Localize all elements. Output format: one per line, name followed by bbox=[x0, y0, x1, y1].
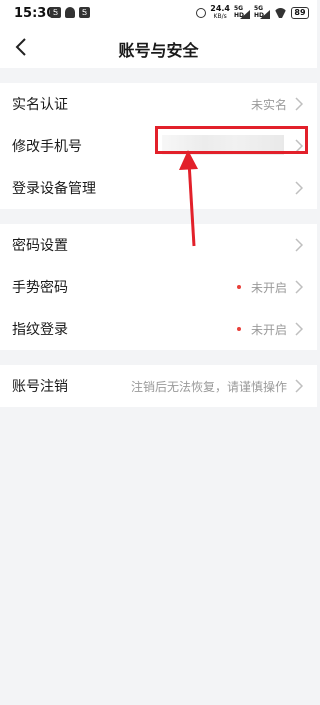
status-dot bbox=[236, 285, 241, 289]
row-label: 手势密码 bbox=[12, 280, 68, 296]
redacted-phone-number bbox=[162, 135, 284, 155]
chevron-right-icon bbox=[295, 379, 305, 393]
status-dot bbox=[236, 327, 241, 331]
page-title: 账号与安全 bbox=[118, 41, 199, 60]
row-real-name-auth[interactable]: 实名认证 未实名 bbox=[0, 83, 317, 125]
notification-bell-icon bbox=[65, 7, 75, 18]
chevron-right-icon bbox=[295, 139, 305, 153]
row-value: 注销后无法恢复，请谨慎操作 bbox=[130, 379, 287, 394]
chevron-right-icon bbox=[295, 322, 305, 336]
status-bar: 15:30 Ꭶ Ꭶ 24.4 KB/s 5G HD 5G HD 89 bbox=[0, 0, 317, 26]
row-label: 账号注销 bbox=[12, 379, 68, 395]
nav-bar: 账号与安全 bbox=[0, 26, 317, 68]
row-label: 密码设置 bbox=[12, 238, 68, 254]
chevron-right-icon bbox=[295, 238, 305, 252]
wifi-icon bbox=[274, 8, 287, 18]
battery-icon: 89 bbox=[291, 7, 309, 19]
settings-group-account: 账号注销 注销后无法恢复，请谨慎操作 bbox=[0, 365, 317, 407]
row-login-devices[interactable]: 登录设备管理 bbox=[0, 167, 317, 209]
network-speed: 24.4 KB/s bbox=[210, 4, 230, 21]
chevron-right-icon bbox=[295, 280, 305, 294]
row-password-settings[interactable]: 密码设置 bbox=[0, 224, 317, 266]
row-value: 未开启 bbox=[250, 280, 287, 295]
row-fingerprint-login[interactable]: 指纹登录 未开启 bbox=[0, 308, 317, 350]
settings-group-password: 密码设置 手势密码 未开启 指纹登录 未开启 bbox=[0, 224, 317, 350]
row-value: 未实名 bbox=[250, 97, 287, 112]
chevron-right-icon bbox=[295, 181, 305, 195]
row-label: 登录设备管理 bbox=[12, 181, 96, 197]
app-notification-icon: Ꭶ bbox=[79, 7, 90, 18]
row-value: 未开启 bbox=[250, 322, 287, 337]
chevron-right-icon bbox=[295, 97, 305, 111]
signal-icon: 5G HD bbox=[254, 5, 270, 19]
row-gesture-password[interactable]: 手势密码 未开启 bbox=[0, 266, 317, 308]
row-account-deletion[interactable]: 账号注销 注销后无法恢复，请谨慎操作 bbox=[0, 365, 317, 407]
signal-icon: 5G HD bbox=[234, 5, 250, 19]
settings-group-identity: 实名认证 未实名 修改手机号 登录设备管理 bbox=[0, 83, 317, 209]
alarm-icon bbox=[196, 8, 207, 18]
row-change-phone[interactable]: 修改手机号 bbox=[0, 125, 317, 167]
row-label: 指纹登录 bbox=[12, 322, 68, 338]
row-label: 实名认证 bbox=[12, 97, 68, 113]
app-notification-icon: Ꭶ bbox=[50, 7, 61, 18]
